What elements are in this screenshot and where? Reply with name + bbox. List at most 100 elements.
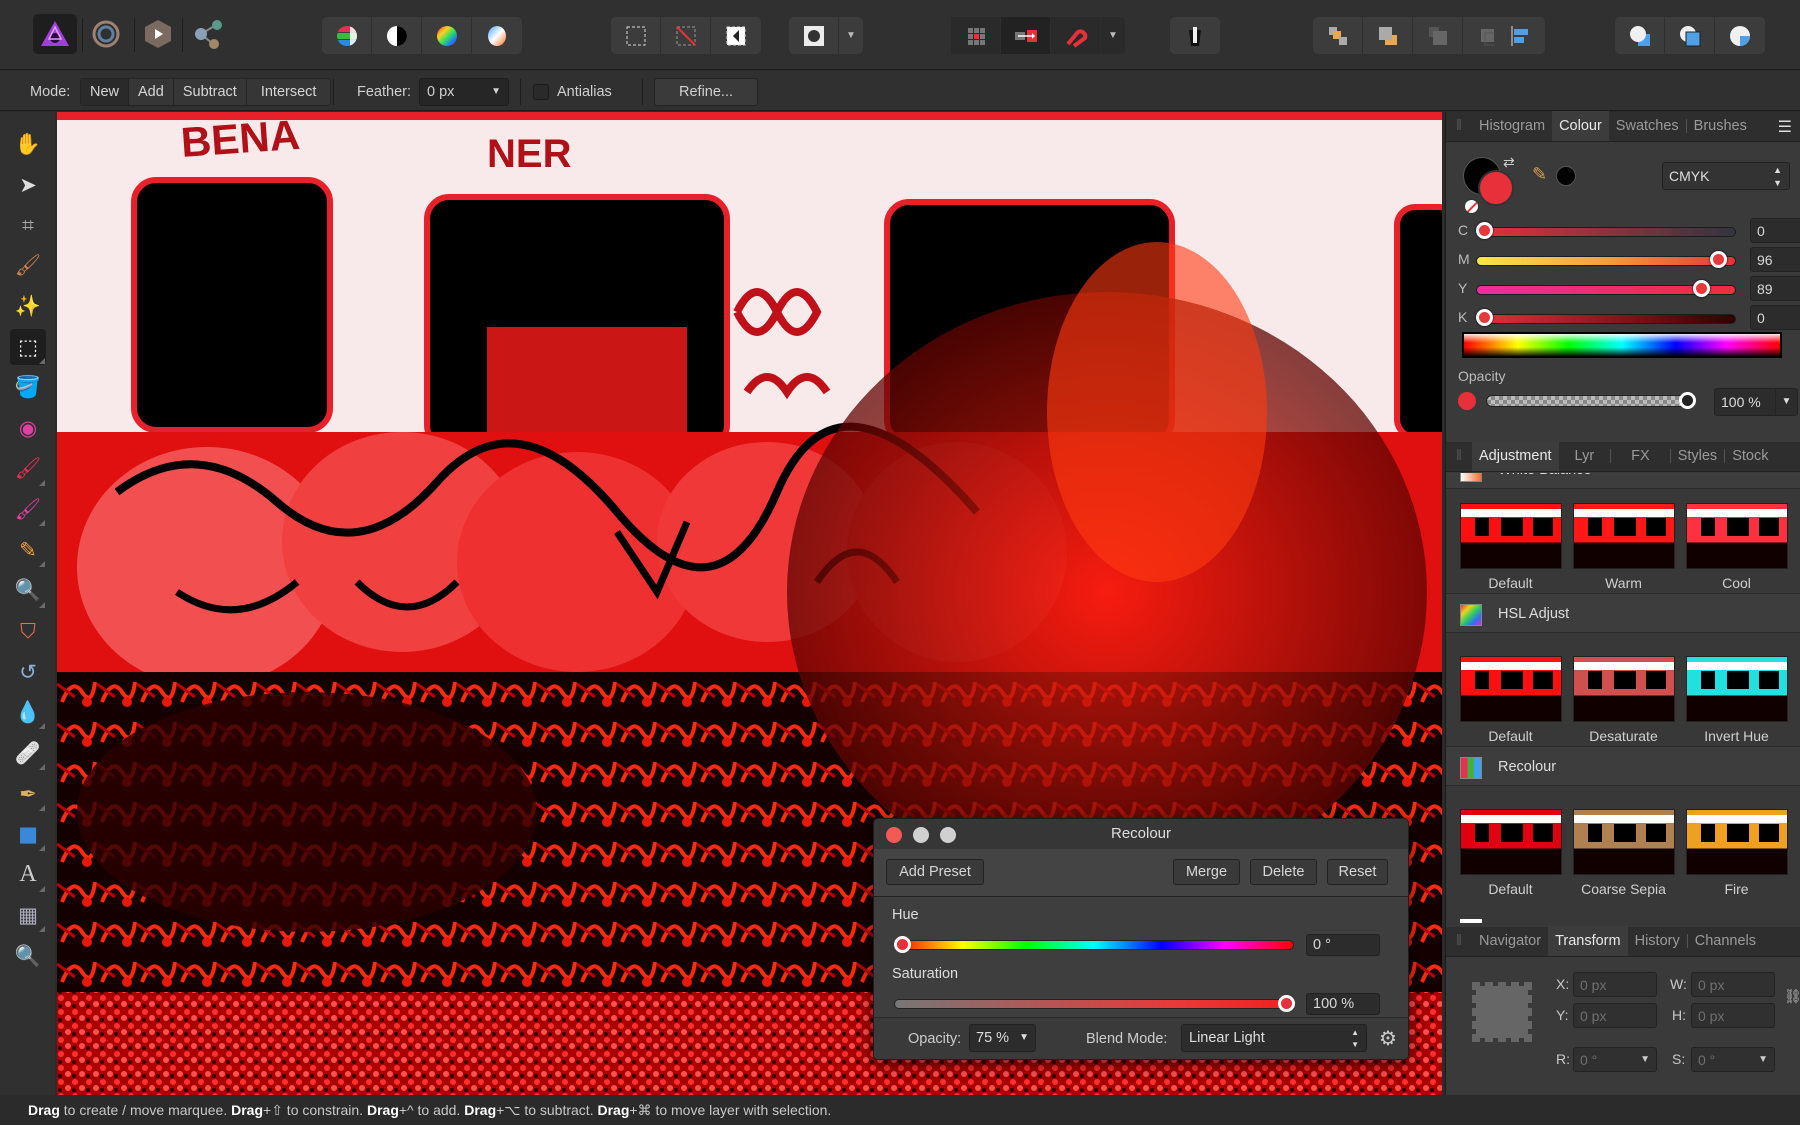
move-tool[interactable]: ➤: [10, 167, 46, 203]
opacity-field[interactable]: 100 % ▼: [1714, 388, 1798, 416]
hue-slider-knob[interactable]: [894, 936, 911, 953]
preset-thumbnail[interactable]: Cool: [1685, 503, 1788, 591]
slider-value-field[interactable]: 89: [1750, 276, 1800, 301]
preset-thumbnail[interactable]: Desaturate: [1572, 656, 1675, 744]
chevron-down-icon[interactable]: ▼: [1775, 389, 1797, 415]
close-button[interactable]: [886, 827, 902, 843]
hue-field[interactable]: 0 °: [1306, 934, 1380, 956]
tab-channels[interactable]: Channels: [1688, 926, 1763, 956]
flyout-indicator-icon[interactable]: [39, 926, 45, 933]
link-aspect-icon[interactable]: ⛓: [1784, 988, 1800, 1005]
move-forward-button[interactable]: [1313, 17, 1363, 54]
preset-thumbnail[interactable]: Default: [1459, 656, 1562, 744]
rotation-field[interactable]: 0 ° ▼: [1573, 1047, 1657, 1072]
move-to-layer-button[interactable]: [1001, 17, 1051, 54]
tab-fx[interactable]: FX: [1611, 441, 1670, 471]
preset-thumbnail[interactable]: Default: [1459, 503, 1562, 591]
tab-adjustment[interactable]: Adjustment: [1472, 441, 1559, 471]
flyout-indicator-icon[interactable]: [39, 561, 45, 567]
preset-thumbnail[interactable]: Coarse Sepia: [1572, 809, 1675, 897]
slider-knob[interactable]: [1476, 222, 1493, 239]
tab-styles[interactable]: Styles: [1671, 441, 1725, 471]
saturation-field[interactable]: 100 %: [1306, 993, 1380, 1015]
slider-knob[interactable]: [1476, 309, 1493, 326]
select-all-button[interactable]: [611, 17, 661, 54]
tab-histogram[interactable]: Histogram: [1472, 111, 1552, 141]
delete-button[interactable]: Delete: [1250, 859, 1317, 885]
export-persona-button[interactable]: [186, 14, 230, 54]
eyedropper-icon[interactable]: ✎: [1532, 164, 1547, 185]
colour-spectrum[interactable]: [1462, 332, 1782, 358]
swap-colours-icon[interactable]: ⇄: [1503, 154, 1515, 171]
mesh-warp-tool[interactable]: ▦: [10, 897, 46, 933]
hsl-button[interactable]: [422, 17, 472, 54]
healing-tool[interactable]: 🩹: [10, 735, 46, 771]
erase-tool[interactable]: ✎: [10, 532, 46, 568]
quick-mask-dropdown[interactable]: ▼: [839, 17, 863, 54]
flyout-indicator-icon[interactable]: [39, 845, 45, 852]
picked-colour-well[interactable]: [1556, 166, 1576, 186]
flyout-indicator-icon[interactable]: [39, 804, 45, 811]
tab-history[interactable]: History: [1628, 926, 1687, 956]
rectangle-tool[interactable]: ■: [10, 816, 46, 852]
photo-persona-button[interactable]: [33, 14, 77, 54]
dialog-opacity-dropdown[interactable]: 75 % ▼: [969, 1024, 1036, 1052]
drag-grip-icon[interactable]: ‖: [1446, 926, 1472, 956]
levels-button[interactable]: [322, 17, 372, 54]
invert-selection-button[interactable]: [711, 17, 761, 54]
magic-wand-tool[interactable]: ✨: [10, 288, 46, 324]
subtract-shapes-button[interactable]: [1665, 17, 1715, 54]
slider-value-field[interactable]: 96: [1750, 247, 1800, 272]
white-balance-button[interactable]: [472, 17, 522, 54]
gear-icon[interactable]: ⚙: [1379, 1026, 1397, 1051]
paint-brush-tool[interactable]: 🖌: [10, 451, 46, 487]
black-white-button[interactable]: [372, 17, 422, 54]
intersect-shapes-button[interactable]: [1715, 17, 1765, 54]
selection-brush-tool[interactable]: 🖌: [10, 248, 46, 284]
minimize-button[interactable]: [913, 827, 929, 843]
hand-tool[interactable]: ✋: [10, 126, 46, 162]
preset-thumbnail[interactable]: Warm: [1572, 503, 1675, 591]
crop-tool[interactable]: ⌗: [10, 207, 46, 243]
y-field[interactable]: 0 px: [1573, 1003, 1657, 1028]
colour-picker-tool[interactable]: ◉: [10, 410, 46, 446]
undo-brush-tool[interactable]: ↺: [10, 654, 46, 690]
refine-button[interactable]: Refine...: [654, 78, 758, 106]
text-tool[interactable]: A: [10, 857, 46, 893]
primary-colour-well[interactable]: [1478, 170, 1514, 206]
rectangular-marquee-tool[interactable]: ⬚: [10, 329, 46, 365]
move-back-button[interactable]: [1363, 17, 1413, 54]
mode-new-button[interactable]: New: [81, 79, 130, 105]
clone-tool[interactable]: ⛉: [10, 613, 46, 649]
colour-model-select[interactable]: CMYK ▲ ▼: [1662, 162, 1790, 190]
liquify-persona-button[interactable]: [84, 14, 128, 54]
mode-intersect-button[interactable]: Intersect: [247, 79, 331, 105]
no-colour-icon[interactable]: [1464, 199, 1479, 214]
flyout-indicator-icon[interactable]: [39, 358, 45, 364]
slider-track[interactable]: [1476, 227, 1736, 237]
dialog-titlebar[interactable]: Recolour: [874, 819, 1408, 849]
opacity-slider[interactable]: [1486, 392, 1696, 409]
deselect-button[interactable]: [661, 17, 711, 54]
flood-fill-tool[interactable]: 🪣: [10, 370, 46, 406]
w-field[interactable]: 0 px: [1691, 972, 1775, 997]
tab-layers[interactable]: Lyr: [1559, 441, 1611, 471]
zoom-button[interactable]: [940, 827, 956, 843]
slider-track[interactable]: [1476, 256, 1736, 266]
flyout-indicator-icon[interactable]: [39, 764, 45, 770]
adjustment-white-balance[interactable]: White Balance: [1446, 473, 1800, 489]
preset-thumbnail[interactable]: Fire: [1685, 809, 1788, 897]
quick-mask-button[interactable]: [789, 17, 839, 54]
mode-add-button[interactable]: Add: [129, 79, 174, 105]
align-button[interactable]: [1495, 17, 1545, 54]
adjustment-hsl[interactable]: HSL Adjust: [1446, 593, 1800, 633]
merge-button[interactable]: Merge: [1173, 859, 1240, 885]
drag-grip-icon[interactable]: ‖: [1446, 111, 1472, 141]
add-shapes-button[interactable]: [1615, 17, 1665, 54]
tab-swatches[interactable]: Swatches: [1609, 111, 1686, 141]
adjustment-recolour[interactable]: Recolour: [1446, 746, 1800, 786]
preset-thumbnail[interactable]: Invert Hue: [1685, 656, 1788, 744]
zoom-tool[interactable]: 🔍: [10, 938, 46, 974]
tab-colour[interactable]: Colour: [1552, 111, 1609, 141]
panel-menu-icon[interactable]: ☰: [1778, 117, 1792, 137]
